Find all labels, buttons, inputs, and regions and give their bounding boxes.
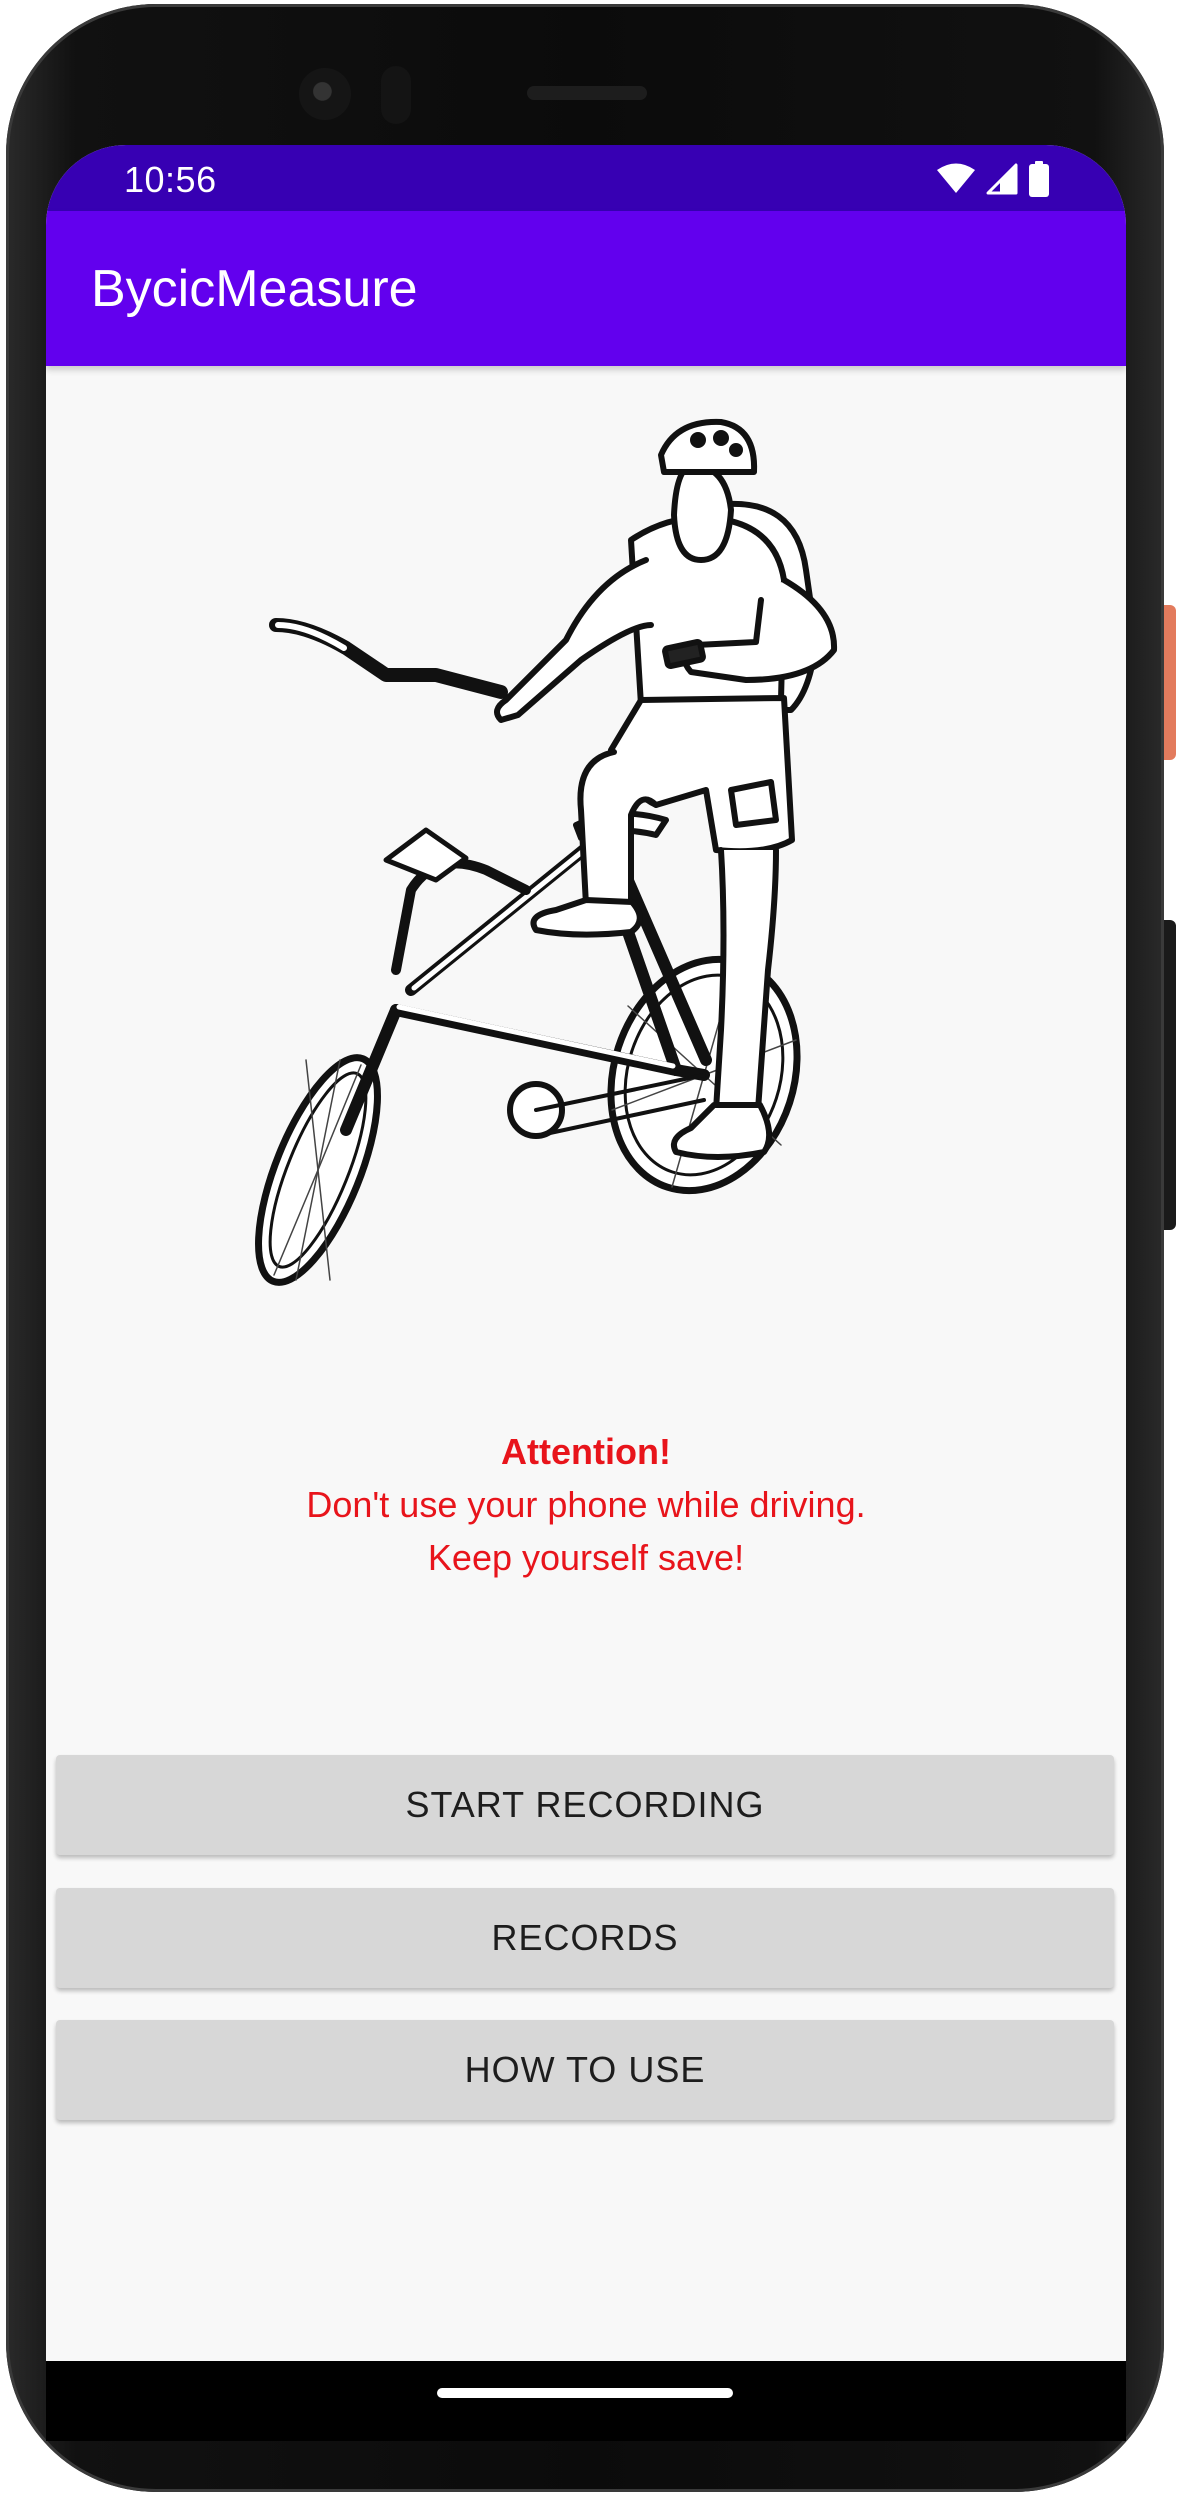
warning-title: Attention! bbox=[501, 1431, 671, 1472]
how-to-use-button[interactable]: HOW TO USE bbox=[56, 2020, 1114, 2120]
power-button bbox=[1164, 605, 1176, 760]
wifi-icon bbox=[937, 163, 975, 193]
front-wheel bbox=[255, 1054, 381, 1286]
status-icons bbox=[936, 161, 1050, 197]
earpiece-speaker bbox=[527, 86, 647, 100]
status-bar: 10:56 bbox=[46, 145, 1126, 211]
phone-frame: 10:56 BycicMeasure Attention! Don't use … bbox=[0, 0, 1178, 2498]
cyclist-with-bicycle-illustration bbox=[255, 418, 838, 1286]
warning-line-1: Don't use your phone while driving. bbox=[306, 1484, 866, 1525]
records-button[interactable]: RECORDS bbox=[56, 1888, 1114, 1988]
proximity-sensor bbox=[381, 66, 411, 124]
safety-warning: Attention! Don't use your phone while dr… bbox=[46, 1425, 1126, 1584]
navigation-bar bbox=[46, 2361, 1126, 2441]
screen: 10:56 BycicMeasure Attention! Don't use … bbox=[46, 145, 1126, 2361]
volume-button bbox=[1164, 920, 1176, 1230]
warning-line-2: Keep yourself save! bbox=[427, 1537, 745, 1578]
battery-icon bbox=[1029, 161, 1049, 197]
home-indicator[interactable] bbox=[437, 2388, 733, 2398]
app-title: BycicMeasure bbox=[91, 260, 418, 318]
status-time: 10:56 bbox=[124, 159, 217, 200]
front-camera bbox=[299, 68, 351, 120]
cellular-signal-icon bbox=[986, 163, 1018, 195]
start-recording-button[interactable]: START RECORDING bbox=[56, 1755, 1114, 1855]
app-bar: BycicMeasure bbox=[46, 211, 1126, 366]
